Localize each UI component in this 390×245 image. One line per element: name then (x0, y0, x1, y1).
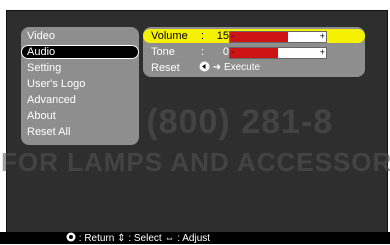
menu-item-about[interactable]: About (21, 109, 139, 123)
footer-return-label: : Return (78, 233, 115, 244)
leftright-arrow-icon: ⇔ (164, 233, 175, 244)
enter-icon (199, 61, 210, 72)
menu-item-users-logo[interactable]: User's Logo (21, 77, 139, 91)
menu-item-audio[interactable]: Audio (21, 45, 139, 59)
volume-colon: : (201, 30, 205, 42)
audio-settings-panel: Volume : 15 - + Tone : 0 - + Reset ➜ Exe… (143, 27, 365, 77)
execute-label: Execute (223, 62, 261, 73)
tone-colon: : (201, 46, 205, 58)
menu-item-reset-all[interactable]: Reset All (21, 125, 139, 139)
minus-icon: - (231, 47, 234, 57)
volume-label: Volume (151, 30, 188, 42)
tone-slider-fill (230, 48, 278, 58)
tone-value: 0 (222, 46, 229, 58)
reset-label: Reset (151, 62, 180, 74)
volume-slider-fill (230, 32, 288, 42)
footer-adjust-label: : Adjust (177, 233, 211, 244)
footer-select-label: : Select (128, 233, 162, 244)
minus-icon: - (231, 31, 234, 41)
projector-screen: com (800) 281-8 FOR LAMPS AND ACCESSORI … (1, 10, 390, 234)
tone-row[interactable]: Tone : 0 - + (143, 45, 365, 59)
footer-help-bar: : Return ⇕ : Select ⇔ : Adjust (0, 232, 390, 244)
execute-action[interactable]: ➜ Execute (199, 61, 260, 75)
plus-icon: + (319, 31, 325, 41)
main-menu: Video Audio Setting User's Logo Advanced… (21, 27, 139, 145)
volume-row[interactable]: Volume : 15 - + (143, 29, 365, 43)
tone-label: Tone (151, 46, 175, 58)
volume-slider[interactable]: - + (229, 31, 327, 43)
watermark-line-2: FOR LAMPS AND ACCESSORI (1, 147, 390, 177)
arrow-right-icon: ➜ (212, 62, 222, 73)
menu-item-setting[interactable]: Setting (21, 61, 139, 75)
volume-value: 15 (216, 30, 229, 42)
menu-item-video[interactable]: Video (21, 29, 139, 43)
plus-icon: + (319, 47, 325, 57)
return-button-icon (66, 232, 76, 242)
tone-slider[interactable]: - + (229, 47, 327, 59)
reset-row[interactable]: Reset ➜ Execute (143, 61, 365, 75)
menu-item-advanced[interactable]: Advanced (21, 93, 139, 107)
updown-arrow-icon: ⇕ (117, 233, 126, 244)
